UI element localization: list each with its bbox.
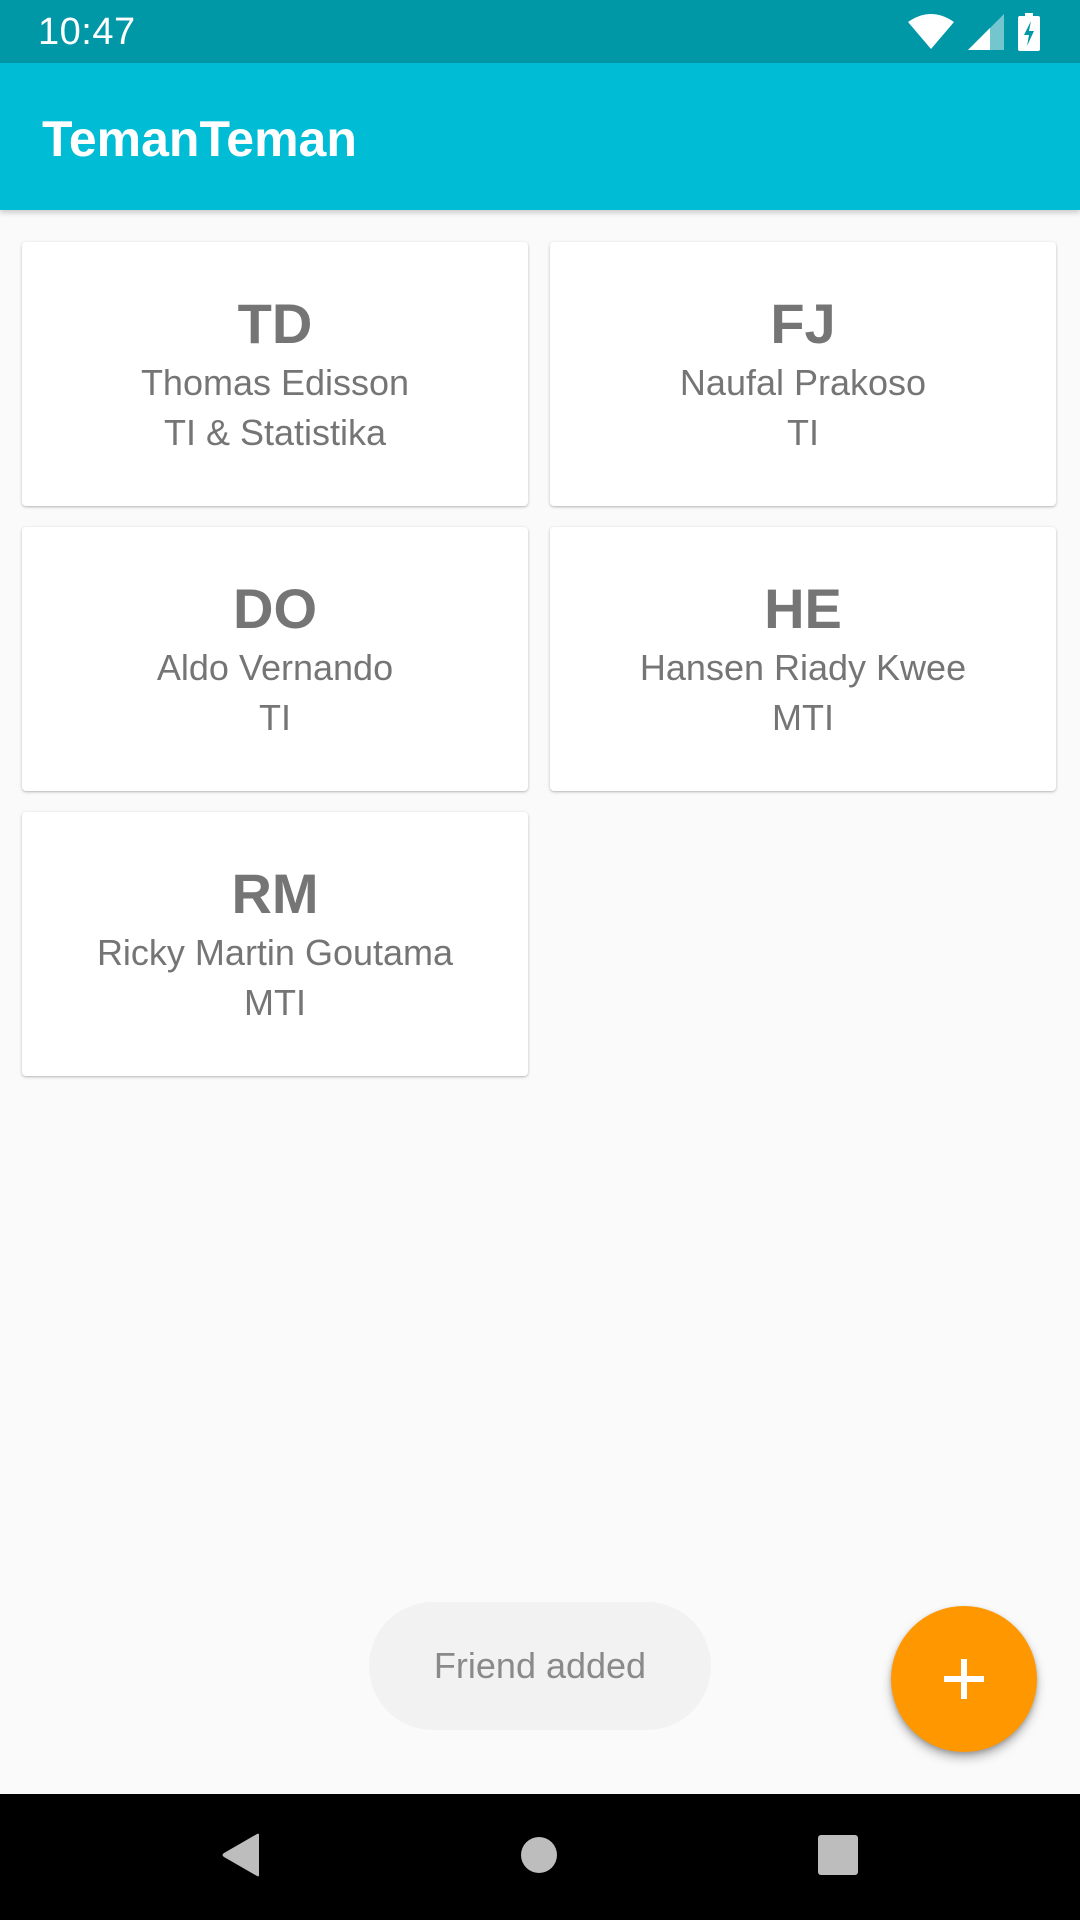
friend-name: Naufal Prakoso	[679, 362, 927, 403]
friend-list: TD Thomas Edisson TI & Statistika FJ Nau…	[22, 242, 1058, 1076]
back-button[interactable]	[211, 1827, 271, 1887]
signal-icon	[968, 14, 1004, 50]
friend-major: MTI	[772, 697, 834, 738]
recents-button[interactable]	[808, 1827, 868, 1887]
friend-major: TI & Statistika	[163, 412, 387, 453]
status-icons	[908, 12, 1040, 52]
plus-icon	[942, 1657, 986, 1701]
navigation-bar	[0, 1794, 1080, 1920]
status-bar: 10:47	[0, 0, 1080, 63]
friend-name: Aldo Vernando	[156, 647, 394, 688]
friend-card[interactable]: DO Aldo Vernando TI	[22, 527, 528, 791]
add-friend-button[interactable]	[891, 1606, 1037, 1752]
friend-initials: TD	[237, 292, 313, 355]
friend-card[interactable]: RM Ricky Martin Goutama MTI	[22, 812, 528, 1076]
wifi-icon	[908, 14, 954, 50]
app-title: TemanTeman	[42, 111, 357, 167]
friend-card[interactable]: HE Hansen Riady Kwee MTI	[550, 527, 1056, 791]
battery-charging-icon	[1018, 13, 1040, 51]
recents-icon	[818, 1834, 858, 1880]
friend-initials: FJ	[770, 292, 836, 355]
friend-name: Thomas Edisson	[140, 362, 410, 403]
friend-initials: RM	[231, 862, 319, 925]
friend-card[interactable]: FJ Naufal Prakoso TI	[550, 242, 1056, 506]
friend-card[interactable]: TD Thomas Edisson TI & Statistika	[22, 242, 528, 506]
status-time: 10:47	[38, 11, 136, 53]
friend-major: MTI	[244, 982, 306, 1023]
home-button[interactable]	[509, 1827, 569, 1887]
friend-initials: DO	[233, 577, 317, 640]
app-bar: TemanTeman	[0, 63, 1080, 210]
back-icon	[219, 1831, 263, 1884]
friend-major: TI	[787, 412, 819, 453]
friend-major: TI	[259, 697, 291, 738]
friend-initials: HE	[764, 577, 842, 640]
home-icon	[520, 1836, 558, 1879]
toast-message: Friend added	[369, 1602, 711, 1730]
friend-name: Ricky Martin Goutama	[96, 932, 454, 973]
friend-name: Hansen Riady Kwee	[639, 647, 967, 688]
